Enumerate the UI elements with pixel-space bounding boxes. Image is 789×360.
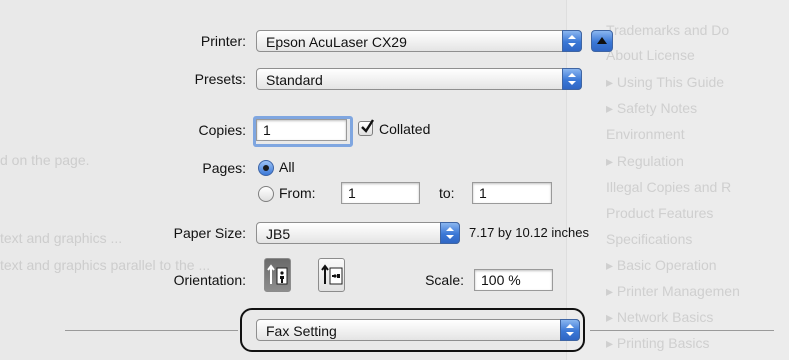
printer-label: Printer: xyxy=(200,33,246,49)
pages-all-label: All xyxy=(279,159,295,175)
paper-dimensions: 7.17 by 10.12 inches xyxy=(469,225,589,240)
paper-size-value: JB5 xyxy=(266,226,291,242)
paper-size-popup[interactable]: JB5 xyxy=(256,222,460,244)
pages-all-radio[interactable] xyxy=(258,160,274,176)
popup-arrows-icon xyxy=(562,30,582,52)
pages-from-label: From: xyxy=(279,185,316,201)
pages-from-radio[interactable] xyxy=(258,186,274,202)
printer-popup[interactable]: Epson AcuLaser CX29 xyxy=(256,30,582,52)
pages-to-field[interactable]: 1 xyxy=(472,182,552,204)
pages-from-field[interactable]: 1 xyxy=(341,182,420,204)
copies-value: 1 xyxy=(263,122,271,138)
copies-label: Copies: xyxy=(198,122,246,138)
landscape-orientation-icon xyxy=(321,264,343,285)
popup-arrows-icon xyxy=(560,319,580,341)
pages-to-value: 1 xyxy=(479,185,487,201)
scale-value: 100 % xyxy=(481,272,521,288)
orientation-label: Orientation: xyxy=(173,272,246,288)
copies-field[interactable]: 1 xyxy=(256,119,347,141)
paper-size-label: Paper Size: xyxy=(173,225,246,241)
disclosure-button[interactable] xyxy=(591,30,613,52)
popup-arrows-icon xyxy=(440,222,460,244)
portrait-orientation-icon xyxy=(267,264,288,285)
presets-popup[interactable]: Standard xyxy=(256,68,582,90)
printer-value: Epson AcuLaser CX29 xyxy=(266,34,407,50)
disclosure-up-icon xyxy=(597,37,607,44)
portrait-button[interactable] xyxy=(264,258,291,292)
section-popup-value: Fax Setting xyxy=(266,323,337,339)
separator-left xyxy=(65,330,238,331)
print-dialog: Printer: Epson AcuLaser CX29 Presets: St… xyxy=(0,0,789,360)
landscape-button[interactable] xyxy=(318,258,345,292)
pages-from-value: 1 xyxy=(348,185,356,201)
separator-right xyxy=(590,330,774,331)
collated-checkbox[interactable] xyxy=(358,119,374,136)
collated-label: Collated xyxy=(379,121,431,137)
section-popup[interactable]: Fax Setting xyxy=(256,319,580,341)
checkmark-icon xyxy=(361,119,374,133)
presets-value: Standard xyxy=(266,72,323,88)
scale-label: Scale: xyxy=(425,272,464,288)
presets-label: Presets: xyxy=(194,71,246,87)
pages-to-label: to: xyxy=(439,185,455,201)
popup-arrows-icon xyxy=(562,68,582,90)
scale-field[interactable]: 100 % xyxy=(474,269,553,291)
pages-label: Pages: xyxy=(202,160,246,176)
